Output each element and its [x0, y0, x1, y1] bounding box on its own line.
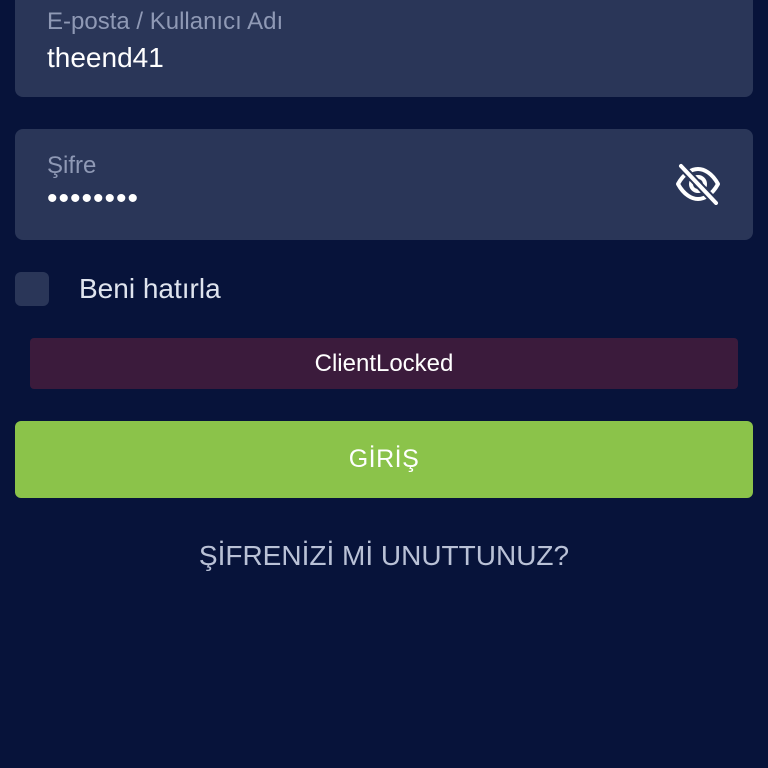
eye-off-icon[interactable] — [675, 162, 721, 207]
remember-me-label: Beni hatırla — [79, 273, 221, 304]
remember-me-row[interactable]: Beni hatırla — [15, 272, 221, 306]
remember-me-checkbox[interactable] — [15, 272, 49, 306]
password-label: Şifre — [47, 152, 97, 179]
username-field[interactable]: E-posta / Kullanıcı Adı theend41 — [15, 0, 753, 97]
password-field[interactable]: Şifre •••••••• — [15, 129, 753, 240]
login-screen: E-posta / Kullanıcı Adı theend41 Şifre •… — [0, 0, 768, 768]
login-button[interactable]: GİRİŞ — [15, 421, 753, 498]
forgot-password-link[interactable]: ŞİFRENİZİ Mİ UNUTTUNUZ? — [0, 538, 768, 574]
password-input[interactable]: •••••••• — [47, 183, 139, 215]
username-label: E-posta / Kullanıcı Adı — [47, 8, 284, 35]
username-input[interactable]: theend41 — [47, 42, 164, 74]
error-banner: ClientLocked — [30, 338, 738, 389]
